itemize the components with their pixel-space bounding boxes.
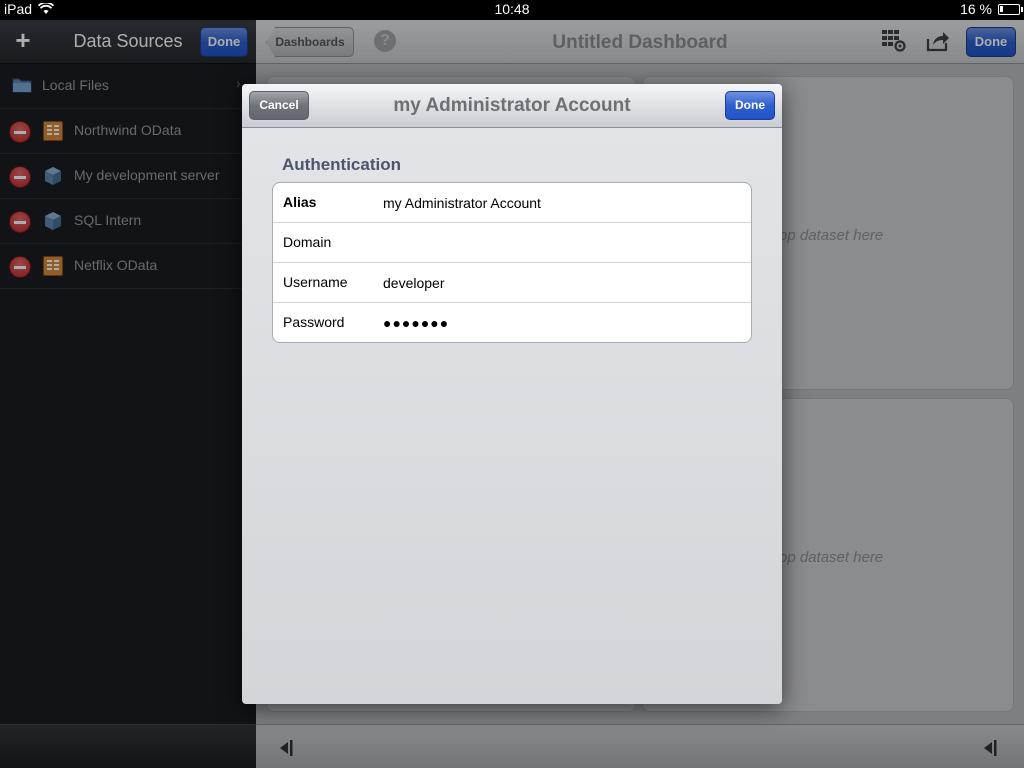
authentication-form: Alias Domain Username Password	[272, 182, 752, 343]
status-right: 16 %	[960, 1, 1023, 17]
modal-navigation-bar: Cancel my Administrator Account Done	[242, 84, 782, 128]
modal-done-button[interactable]: Done	[725, 91, 775, 120]
password-row: Password	[273, 303, 751, 343]
username-row: Username	[273, 263, 751, 303]
domain-row: Domain	[273, 223, 751, 263]
account-modal: Cancel my Administrator Account Done Aut…	[242, 84, 782, 704]
modal-title: my Administrator Account	[393, 95, 631, 116]
alias-field[interactable]	[383, 193, 741, 213]
alias-row: Alias	[273, 183, 751, 223]
username-field[interactable]	[383, 273, 741, 293]
battery-percent: 16 %	[960, 1, 992, 17]
password-field[interactable]	[383, 313, 741, 333]
domain-label: Domain	[283, 234, 332, 250]
status-bar: iPad 10:48 16 %	[0, 0, 1024, 20]
clock: 10:48	[494, 1, 530, 17]
username-label: Username	[283, 274, 348, 290]
cancel-button[interactable]: Cancel	[249, 91, 309, 120]
alias-label: Alias	[283, 194, 317, 210]
password-label: Password	[283, 314, 345, 330]
domain-field[interactable]	[383, 233, 741, 253]
battery-icon	[998, 3, 1023, 15]
authentication-section-header: Authentication	[282, 155, 401, 174]
